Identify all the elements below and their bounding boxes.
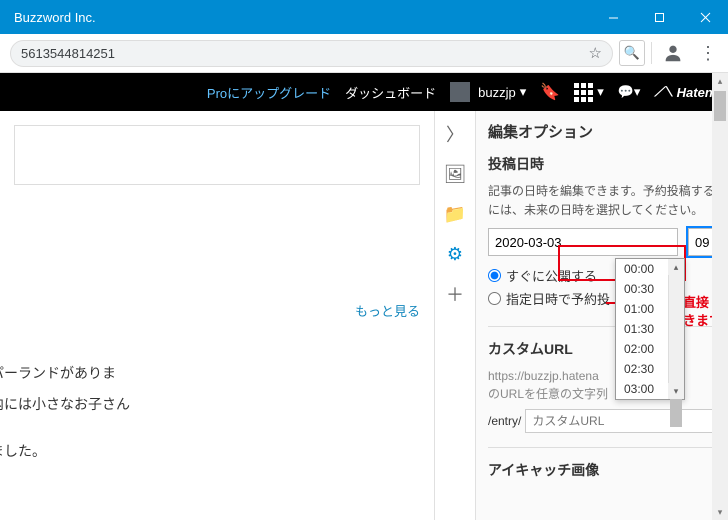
scroll-down-icon[interactable]: ▾ (712, 504, 728, 520)
browser-menu-icon[interactable]: ⋮ (694, 43, 722, 64)
window-minimize-button[interactable] (590, 0, 636, 34)
radio-schedule-input[interactable] (488, 292, 501, 305)
more-link[interactable]: もっと見る (355, 301, 420, 320)
content-text: パーランドがありま (0, 361, 390, 386)
eyecatch-section: アイキャッチ画像 (488, 460, 716, 480)
date-input[interactable] (488, 228, 678, 256)
radio-publish-now-input[interactable] (488, 269, 501, 282)
bookmark-star-icon[interactable]: ☆ (589, 44, 602, 62)
user-menu[interactable]: buzzjp ▾ (450, 82, 526, 102)
scroll-up-icon[interactable]: ▴ (712, 73, 728, 89)
datetime-section: 投稿日時 記事の日時を編集できます。予約投稿するには、未来の日時を選択してくださ… (488, 154, 716, 327)
username-label: buzzjp (478, 85, 516, 100)
upgrade-pro-link[interactable]: Proにアップグレード (207, 83, 331, 102)
dropdown-scrollbar[interactable] (668, 259, 684, 399)
editor-main-area: もっと見る パーランドがありま 内には小さなお子さん ました。 (0, 111, 434, 520)
editor-block[interactable] (14, 125, 420, 185)
profile-avatar-icon[interactable] (658, 38, 688, 68)
scroll-thumb[interactable] (670, 399, 682, 427)
custom-url-input[interactable] (525, 409, 716, 433)
content-text: ました。 (0, 439, 390, 464)
scroll-down-icon[interactable]: ▾ (668, 383, 684, 399)
time-dropdown[interactable]: 00:00 00:30 01:00 01:30 02:00 02:30 03:0… (615, 258, 685, 400)
chevron-right-icon[interactable]: 〉 (434, 115, 476, 153)
hatena-logo[interactable]: ⟋⟍ Hatena (654, 84, 720, 100)
panel-title: 編集オプション (488, 121, 716, 142)
url-prefix-label: /entry/ (488, 414, 521, 428)
section-heading-eyecatch: アイキャッチ画像 (488, 460, 716, 480)
scroll-up-icon[interactable]: ▴ (668, 259, 684, 275)
address-input[interactable]: 5613544814251 ☆ (10, 40, 613, 67)
section-heading-datetime: 投稿日時 (488, 154, 716, 174)
scroll-thumb[interactable] (714, 91, 726, 121)
plus-icon[interactable]: ＋ (434, 275, 476, 313)
gear-icon[interactable]: ⚙ (434, 235, 476, 273)
extension-icon[interactable]: 🔍 (619, 40, 645, 66)
address-text: 5613544814251 (21, 46, 115, 61)
dashboard-link[interactable]: ダッシュボード (345, 83, 436, 102)
window-titlebar: Buzzword Inc. (0, 0, 728, 34)
bookmark-nav-icon[interactable]: 🔖 (540, 82, 560, 102)
chat-nav-icon[interactable]: 💬▾ (618, 84, 641, 100)
folder-icon[interactable]: 📁 (434, 195, 476, 233)
side-icon-rail: 〉 🖼 📁 ⚙ ＋ (434, 111, 476, 520)
chevron-down-icon: ▾ (520, 84, 527, 100)
chevron-down-icon: ▾ (597, 84, 604, 100)
content-text: 内には小さなお子さん (0, 392, 390, 417)
window-close-button[interactable] (682, 0, 728, 34)
window-maximize-button[interactable] (636, 0, 682, 34)
user-avatar-icon (450, 82, 470, 102)
browser-address-bar: 5613544814251 ☆ 🔍 ⋮ (0, 34, 728, 73)
image-icon[interactable]: 🖼 (434, 155, 476, 193)
site-topnav: Proにアップグレード ダッシュボード buzzjp ▾ 🔖 ▾ 💬▾ ⟋⟍ H… (0, 73, 728, 111)
datetime-description: 記事の日時を編集できます。予約投稿するには、未来の日時を選択してください。 (488, 182, 716, 220)
apps-grid-icon[interactable]: ▾ (574, 83, 604, 102)
window-title: Buzzword Inc. (14, 10, 96, 25)
page-scrollbar[interactable]: ▴ ▾ (712, 73, 728, 520)
